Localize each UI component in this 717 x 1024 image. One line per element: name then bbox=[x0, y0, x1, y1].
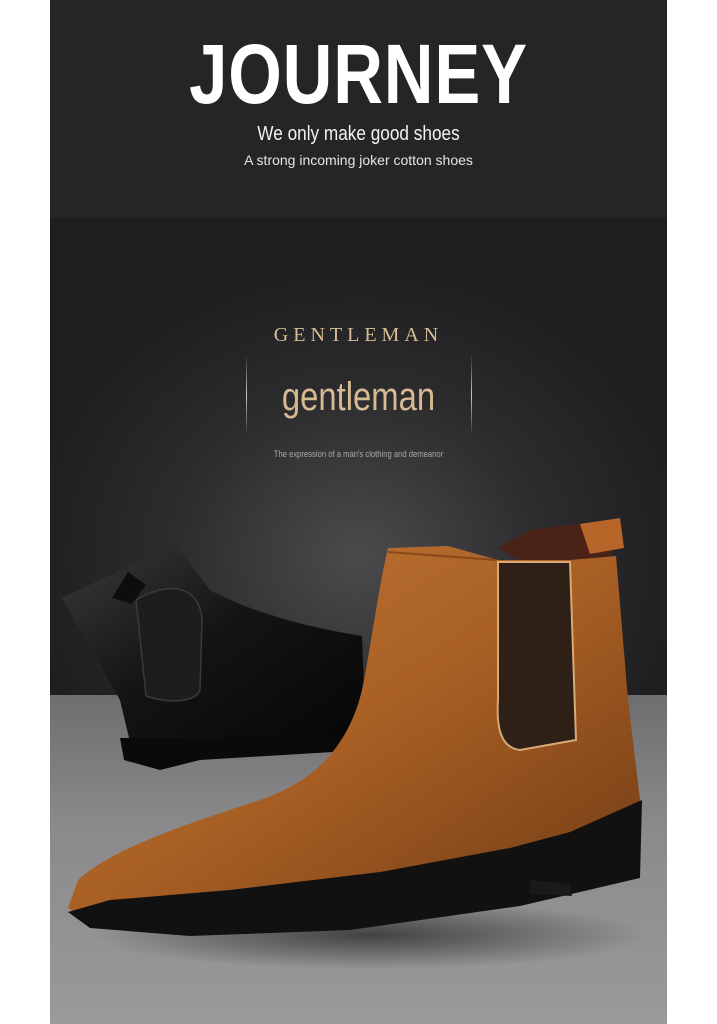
boots-illustration bbox=[62, 518, 642, 936]
black-boot bbox=[62, 548, 366, 770]
product-poster: JOURNEY We only make good shoes A strong… bbox=[50, 0, 667, 1024]
